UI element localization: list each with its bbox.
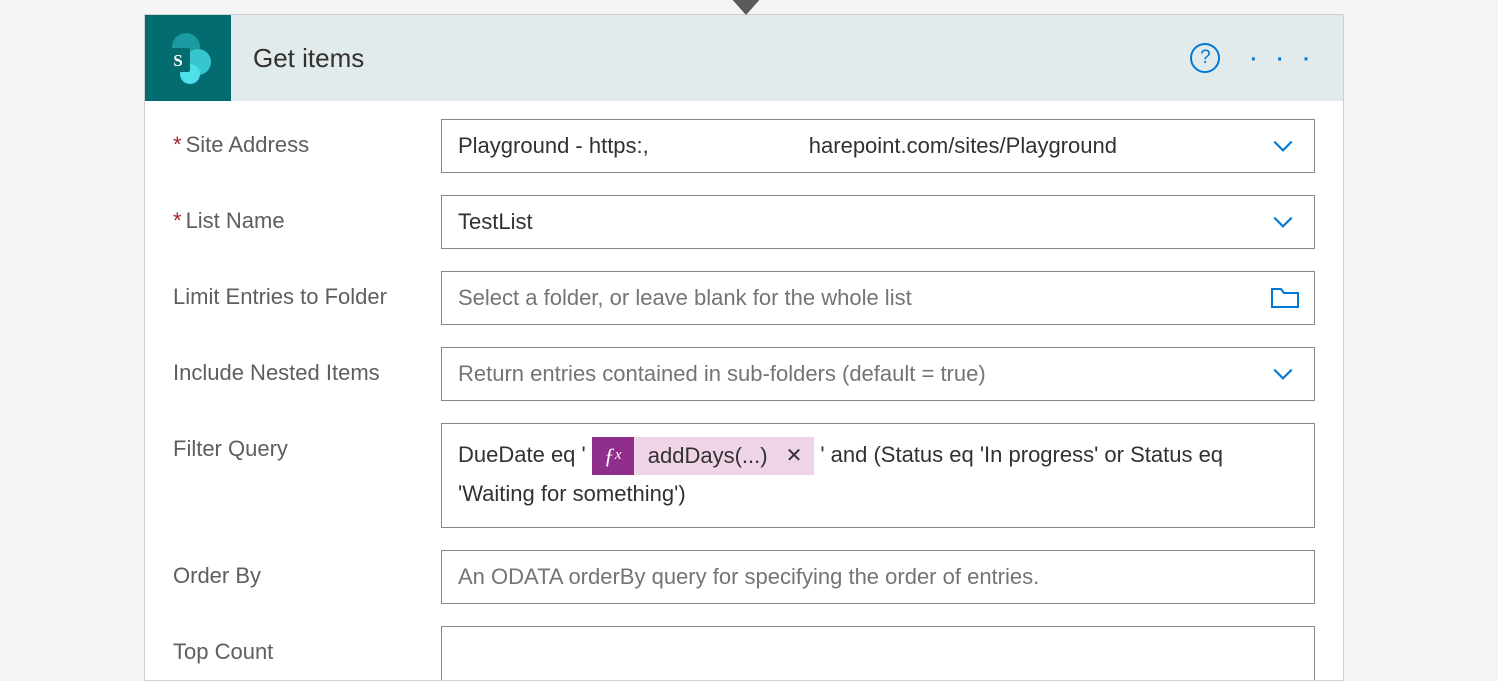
card-title: Get items bbox=[253, 43, 364, 74]
token-remove-icon[interactable]: ✕ bbox=[782, 439, 815, 473]
label-site-address: *Site Address bbox=[173, 119, 441, 160]
flow-arrow-tip bbox=[730, 0, 762, 15]
fx-icon: ƒx bbox=[592, 437, 634, 475]
svg-text:S: S bbox=[173, 51, 182, 70]
card-body: *Site Address Playground - https:,harepo… bbox=[145, 101, 1343, 680]
field-row-order-by: Order By An ODATA orderBy query for spec… bbox=[173, 550, 1315, 604]
nested-items-dropdown[interactable]: Return entries contained in sub-folders … bbox=[441, 347, 1315, 401]
limit-folder-placeholder: Select a folder, or leave blank for the … bbox=[458, 285, 912, 311]
card-header[interactable]: S Get items ? · · · bbox=[145, 15, 1343, 101]
expression-token[interactable]: ƒxaddDays(...)✕ bbox=[592, 437, 815, 475]
folder-icon[interactable] bbox=[1270, 285, 1300, 311]
order-by-input[interactable]: An ODATA orderBy query for specifying th… bbox=[441, 550, 1315, 604]
limit-folder-input[interactable]: Select a folder, or leave blank for the … bbox=[441, 271, 1315, 325]
filter-text-before: DueDate eq ' bbox=[458, 442, 586, 467]
label-order-by: Order By bbox=[173, 550, 441, 591]
label-list-name: *List Name bbox=[173, 195, 441, 236]
list-name-dropdown[interactable]: TestList bbox=[441, 195, 1315, 249]
label-limit-folder: Limit Entries to Folder bbox=[173, 271, 441, 312]
chevron-down-icon[interactable] bbox=[1270, 361, 1296, 387]
expression-token-label: addDays(...) bbox=[634, 437, 782, 474]
filter-query-input[interactable]: DueDate eq 'ƒxaddDays(...)✕' and (Status… bbox=[441, 423, 1315, 528]
field-row-nested-items: Include Nested Items Return entries cont… bbox=[173, 347, 1315, 401]
action-card: S Get items ? · · · *Site Address Playgr… bbox=[144, 14, 1344, 681]
list-name-value: TestList bbox=[458, 209, 533, 235]
help-icon[interactable]: ? bbox=[1190, 43, 1220, 73]
field-row-limit-folder: Limit Entries to Folder Select a folder,… bbox=[173, 271, 1315, 325]
label-nested-items: Include Nested Items bbox=[173, 347, 441, 388]
field-row-list-name: *List Name TestList bbox=[173, 195, 1315, 249]
nested-items-placeholder: Return entries contained in sub-folders … bbox=[458, 361, 986, 387]
field-row-filter-query: Filter Query DueDate eq 'ƒxaddDays(...)✕… bbox=[173, 423, 1315, 528]
order-by-placeholder: An ODATA orderBy query for specifying th… bbox=[458, 564, 1039, 590]
label-filter-query: Filter Query bbox=[173, 423, 441, 464]
field-row-site-address: *Site Address Playground - https:,harepo… bbox=[173, 119, 1315, 173]
label-top-count: Top Count bbox=[173, 626, 441, 667]
chevron-down-icon[interactable] bbox=[1270, 133, 1296, 159]
more-menu-icon[interactable]: · · · bbox=[1248, 53, 1315, 63]
site-address-dropdown[interactable]: Playground - https:,harepoint.com/sites/… bbox=[441, 119, 1315, 173]
site-address-value: Playground - https:,harepoint.com/sites/… bbox=[458, 133, 1117, 159]
sharepoint-icon: S bbox=[145, 15, 231, 101]
chevron-down-icon[interactable] bbox=[1270, 209, 1296, 235]
